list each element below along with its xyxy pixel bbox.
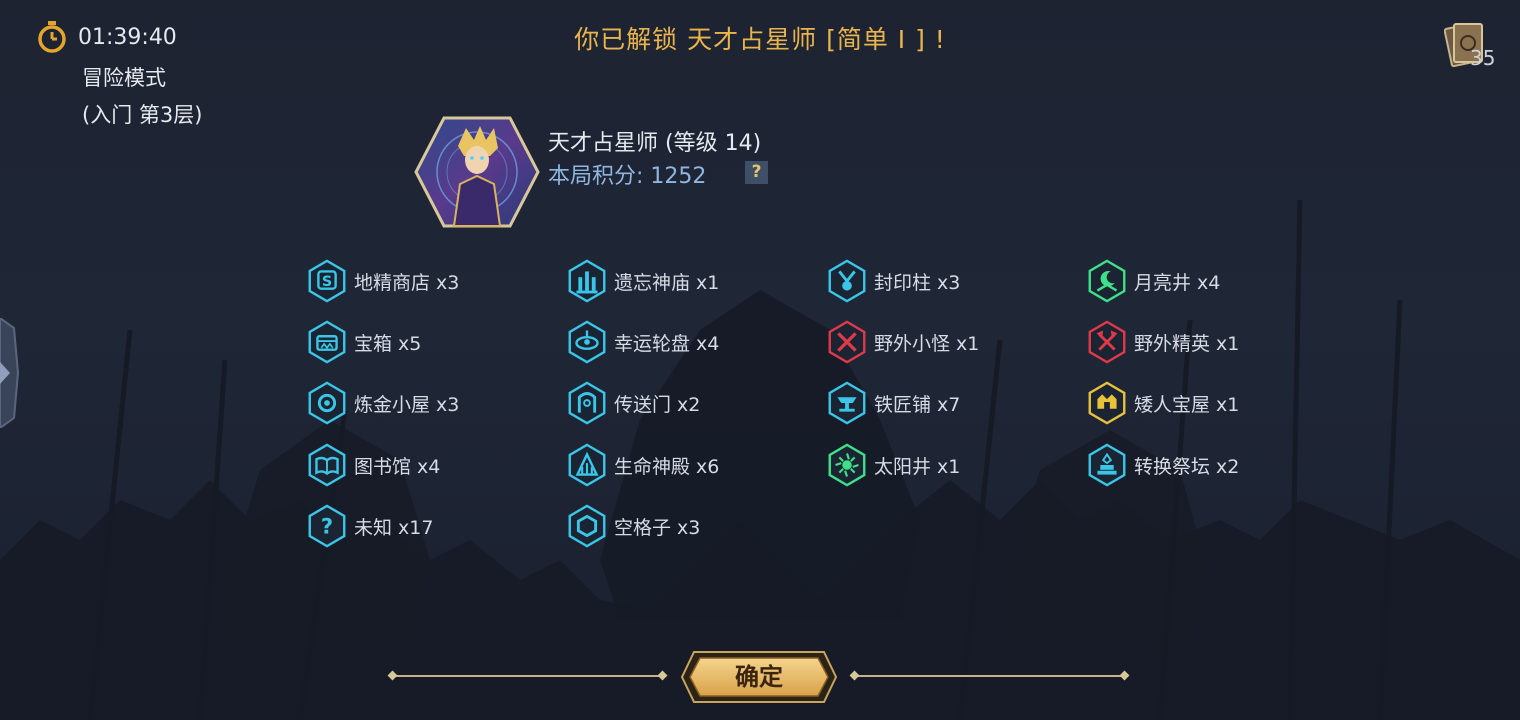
divider-right	[854, 675, 1126, 677]
mode-level: (入门 第3层)	[82, 103, 203, 127]
svg-text:?: ?	[321, 514, 333, 539]
seal-pillar-icon	[828, 259, 866, 303]
map-summary-item: 月亮井 x4	[1084, 257, 1220, 305]
map-summary-item: 宝箱 x5	[304, 318, 421, 366]
crossed-axes-icon	[1088, 320, 1126, 364]
map-summary-item: 铁匠铺 x7	[824, 379, 960, 427]
crossed-swords-icon	[828, 320, 866, 364]
svg-text:S: S	[322, 274, 332, 290]
map-summary-item: 图书馆 x4	[304, 441, 440, 489]
wheel-icon	[568, 320, 606, 364]
confirm-label: 确定	[735, 663, 783, 691]
map-summary-item-label: 矮人宝屋 x1	[1134, 393, 1240, 416]
book-icon	[308, 443, 346, 487]
map-summary-item-label: 图书馆 x4	[354, 455, 441, 478]
map-summary-item-label: 野外小怪 x1	[874, 332, 980, 355]
hero-score: 本局积分: 1252	[548, 164, 707, 189]
chest-icon	[308, 320, 346, 364]
map-summary-item-label: 幸运轮盘 x4	[614, 332, 720, 355]
anvil-icon	[828, 381, 866, 425]
altar-icon	[1088, 443, 1126, 487]
map-summary-item-label: 月亮井 x4	[1134, 271, 1221, 294]
map-summary-item-label: 野外精英 x1	[1134, 332, 1240, 355]
map-summary-item: S 地精商店 x3	[304, 257, 459, 305]
unlock-title: 你已解锁 天才占星师 [简单 I ] !	[574, 25, 946, 54]
confirm-button[interactable]: 确定	[680, 650, 838, 704]
map-summary-item-label: 传送门 x2	[614, 393, 701, 416]
map-summary-item: 传送门 x2	[564, 379, 700, 427]
map-summary-item: 太阳井 x1	[824, 441, 960, 489]
map-summary-item: 生命神殿 x6	[564, 441, 719, 489]
background-army-silhouette	[0, 199, 1520, 720]
map-summary-item: 野外小怪 x1	[824, 318, 979, 366]
map-summary-item: 炼金小屋 x3	[304, 379, 459, 427]
game-mode-info: 冒险模式 (入门 第3层)	[82, 60, 202, 134]
map-summary-item: 封印柱 x3	[824, 257, 960, 305]
map-summary-item: 野外精英 x1	[1084, 318, 1239, 366]
map-summary-item-label: 太阳井 x1	[874, 455, 961, 478]
sun-well-icon	[828, 443, 866, 487]
map-summary-item: 遗忘神庙 x1	[564, 257, 719, 305]
dwarf-vault-icon	[1088, 381, 1126, 425]
map-summary-item-label: 生命神殿 x6	[614, 455, 720, 478]
map-summary-item-label: 宝箱 x5	[354, 332, 422, 355]
map-summary-item: 转换祭坛 x2	[1084, 441, 1239, 489]
map-summary-item: 空格子 x3	[564, 502, 700, 550]
question-icon: ?	[308, 504, 346, 548]
map-summary-item-label: 封印柱 x3	[874, 271, 961, 294]
life-shrine-icon	[568, 443, 606, 487]
hero-portrait	[414, 116, 540, 228]
map-summary-item-label: 炼金小屋 x3	[354, 393, 460, 416]
map-summary-item: ? 未知 x17	[304, 502, 433, 550]
alchemy-icon	[308, 381, 346, 425]
score-help-button[interactable]: ?	[745, 161, 768, 184]
portal-icon	[568, 381, 606, 425]
card-count: 35	[1470, 46, 1496, 70]
map-summary-item-label: 空格子 x3	[614, 516, 701, 539]
moon-well-icon	[1088, 259, 1126, 303]
map-summary-item-label: 地精商店 x3	[354, 271, 460, 294]
hero-name: 天才占星师 (等级 14)	[548, 131, 762, 156]
shop-icon: S	[308, 259, 346, 303]
hexagon-icon	[568, 504, 606, 548]
map-summary-item-label: 转换祭坛 x2	[1134, 455, 1240, 478]
map-summary-item: 幸运轮盘 x4	[564, 318, 719, 366]
side-panel-tab[interactable]	[0, 318, 20, 428]
map-summary-item-label: 铁匠铺 x7	[874, 393, 961, 416]
mode-name: 冒险模式	[82, 66, 166, 90]
temple-icon	[568, 259, 606, 303]
map-summary-item: 矮人宝屋 x1	[1084, 379, 1239, 427]
map-summary-item-label: 遗忘神庙 x1	[614, 271, 720, 294]
divider-left	[392, 675, 664, 677]
map-summary-item-label: 未知 x17	[354, 516, 434, 539]
